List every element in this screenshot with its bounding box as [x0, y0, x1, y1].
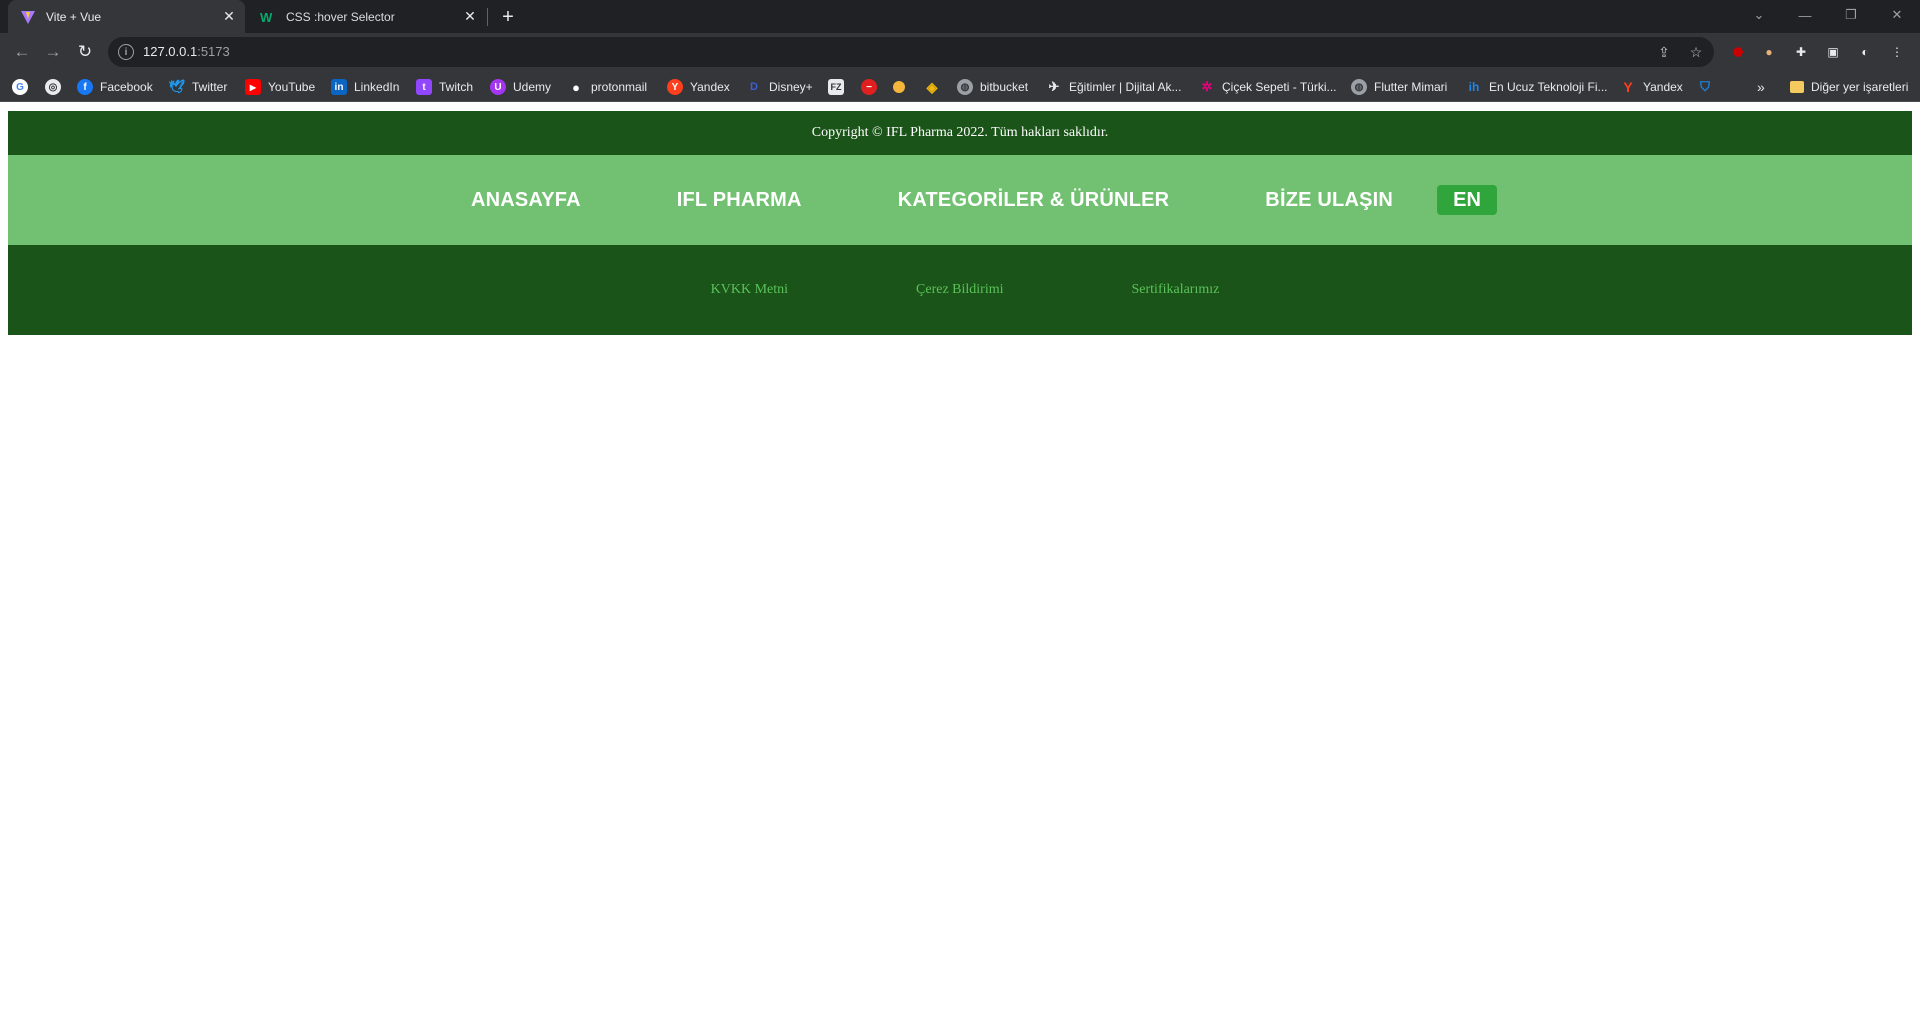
- folder-icon: [1790, 81, 1804, 93]
- disney-icon: D: [750, 81, 758, 93]
- menu-link-anasayfa[interactable]: ANASAYFA: [471, 189, 581, 212]
- copyright-bar: Copyright © IFL Pharma 2022. Tüm hakları…: [8, 111, 1912, 155]
- w3schools-icon: W: [260, 9, 276, 25]
- footer-links: KVKK Metni Çerez Bildirimi Sertifikaları…: [8, 245, 1912, 335]
- puzzle-icon[interactable]: ✚: [1791, 42, 1811, 62]
- bookmark-yandex[interactable]: Y Yandex: [667, 76, 730, 98]
- ublock-icon[interactable]: ⬣: [1728, 42, 1748, 62]
- new-tab-button[interactable]: +: [496, 5, 520, 29]
- close-icon[interactable]: ✕: [460, 7, 480, 27]
- bookmark-shield[interactable]: ⛉: [1697, 76, 1713, 98]
- tab-vite-vue[interactable]: Vite + Vue ✕: [8, 0, 245, 33]
- bookmark-google[interactable]: G: [12, 76, 28, 98]
- twitch-icon: t: [416, 79, 432, 95]
- plane-icon: ✈: [1048, 79, 1060, 94]
- bookmark-flutter[interactable]: ◍ Flutter Mimari: [1351, 76, 1447, 98]
- extension-avatar-icon[interactable]: ●: [1759, 42, 1779, 62]
- other-bookmarks-folder[interactable]: Diğer yer işaretleri: [1790, 76, 1908, 98]
- tab-title: CSS :hover Selector: [286, 9, 395, 24]
- udemy-icon: U: [490, 79, 506, 95]
- binance-icon: ◈: [926, 78, 938, 95]
- address-bar[interactable]: i 127.0.0.1:5173 ⇪ ☆: [108, 37, 1714, 67]
- linkedin-icon: in: [331, 79, 347, 95]
- forward-arrow-icon[interactable]: →: [41, 40, 65, 64]
- link-cerez[interactable]: Çerez Bildirimi: [916, 282, 1003, 298]
- redbadge-icon: −: [861, 79, 877, 95]
- language-button[interactable]: EN: [1437, 185, 1498, 215]
- facebook-icon: f: [77, 79, 93, 95]
- bookmark-linkedin[interactable]: in LinkedIn: [331, 76, 399, 98]
- link-kvkk[interactable]: KVKK Metni: [711, 282, 788, 298]
- menu-dots-icon[interactable]: ⋮: [1887, 42, 1907, 62]
- bookmark-twitter[interactable]: 🕊 Twitter: [168, 76, 228, 98]
- bookmark-bitbucket[interactable]: ◍ bitbucket: [957, 76, 1028, 98]
- google-icon: G: [12, 79, 28, 95]
- page-viewport: Copyright © IFL Pharma 2022. Tüm hakları…: [0, 103, 1920, 1018]
- globe-bookmark-icon: ◎: [45, 79, 61, 95]
- menu-link-bize-ulasin[interactable]: BİZE ULAŞIN: [1265, 189, 1393, 212]
- svg-text:W: W: [260, 10, 273, 25]
- star-icon[interactable]: ☆: [1686, 42, 1706, 62]
- yandex-y-icon: Y: [1623, 79, 1633, 95]
- menu-link-kategoriler[interactable]: KATEGORİLER & ÜRÜNLER: [898, 189, 1170, 212]
- more-bookmarks-button[interactable]: »: [1757, 76, 1765, 98]
- tab-search-icon[interactable]: ⌄: [1736, 0, 1782, 30]
- bookmark-ciceksepeti[interactable]: ✲ Çiçek Sepeti - Türki...: [1199, 76, 1337, 98]
- bookmark-youtube[interactable]: ▶ YouTube: [245, 76, 315, 98]
- link-sertifikalar[interactable]: Sertifikalarımız: [1132, 282, 1220, 298]
- twitter-icon: 🕊: [168, 79, 186, 94]
- side-panel-icon[interactable]: ▣: [1823, 42, 1843, 62]
- copyright-text: Copyright © IFL Pharma 2022. Tüm hakları…: [811, 125, 1109, 140]
- bookmark-egitimler[interactable]: ✈ Eğitimler | Dijital Ak...: [1046, 76, 1182, 98]
- tab-title: Vite + Vue: [46, 9, 102, 24]
- menu-link-ifl-pharma[interactable]: IFL PHARMA: [677, 189, 802, 212]
- back-arrow-icon[interactable]: ←: [10, 40, 34, 64]
- shield-icon: ⛉: [1700, 79, 1710, 94]
- close-window-button[interactable]: ✕: [1874, 0, 1920, 30]
- ih-icon: ih: [1468, 80, 1480, 94]
- browser-toolbar: ← → ↻ i 127.0.0.1:5173 ⇪ ☆ ⬣ ● ✚ ▣ ◐ ⋮: [0, 33, 1920, 71]
- bookmark-udemy[interactable]: U Udemy: [490, 76, 551, 98]
- globe-icon: ◍: [957, 79, 973, 95]
- tab-strip: Vite + Vue ✕ W CSS :hover Selector ✕ + ⌄…: [0, 0, 1920, 33]
- bookmark-binance[interactable]: ◈: [924, 76, 940, 98]
- info-icon[interactable]: i: [118, 44, 134, 60]
- protonmail-icon: ●: [572, 79, 580, 95]
- bookmark-globe[interactable]: ◎: [45, 76, 61, 98]
- tab-css-hover[interactable]: W CSS :hover Selector ✕: [248, 0, 486, 33]
- site-footer: Copyright © IFL Pharma 2022. Tüm hakları…: [8, 111, 1912, 335]
- share-icon[interactable]: ⇪: [1654, 42, 1674, 62]
- vite-icon: [20, 9, 36, 25]
- profile-avatar[interactable]: ◐: [1855, 42, 1875, 62]
- restore-button[interactable]: ❐: [1828, 0, 1874, 30]
- bookmark-yandex-2[interactable]: Y Yandex: [1620, 76, 1682, 98]
- bookmark-dot[interactable]: [893, 76, 905, 98]
- yandex-icon: Y: [667, 79, 683, 95]
- footer-menu: ANASAYFA IFL PHARMA KATEGORİLER & ÜRÜNLE…: [8, 155, 1912, 245]
- bookmark-twitch[interactable]: t Twitch: [416, 76, 473, 98]
- bookmarks-bar: G ◎ f Facebook 🕊 Twitter ▶ YouTube in Li…: [0, 71, 1920, 102]
- fz-icon: FZ: [828, 79, 844, 95]
- bookmark-red[interactable]: −: [861, 76, 877, 98]
- bookmark-fz[interactable]: FZ: [828, 76, 844, 98]
- bookmark-protonmail[interactable]: ● protonmail: [568, 76, 647, 98]
- bookmark-enucuz[interactable]: ih En Ucuz Teknoloji Fi...: [1466, 76, 1608, 98]
- globe-icon: ◍: [1351, 79, 1367, 95]
- bookmark-disney[interactable]: D Disney+: [746, 76, 813, 98]
- bookmark-facebook[interactable]: f Facebook: [77, 76, 153, 98]
- reload-icon[interactable]: ↻: [73, 40, 97, 64]
- url-text: 127.0.0.1:5173: [143, 44, 230, 59]
- dot-icon: [893, 81, 905, 93]
- flower-icon: ✲: [1201, 79, 1213, 94]
- tab-separator: [487, 8, 488, 26]
- minimize-button[interactable]: —: [1782, 0, 1828, 30]
- youtube-icon: ▶: [245, 79, 261, 95]
- close-icon[interactable]: ✕: [219, 7, 239, 27]
